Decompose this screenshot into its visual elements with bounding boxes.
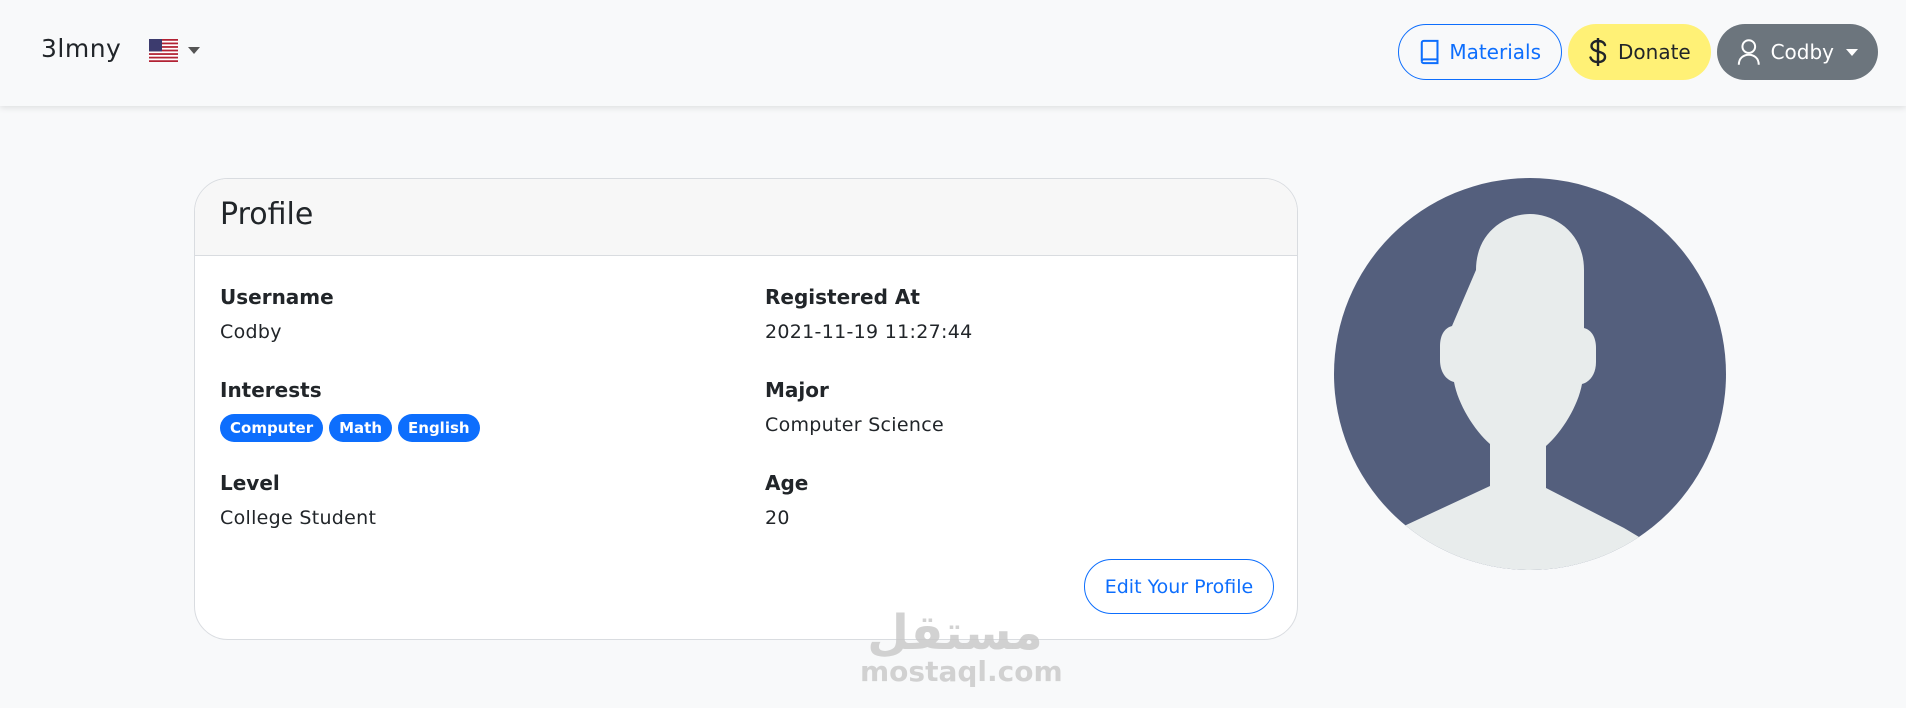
dollar-icon: [1589, 38, 1607, 66]
brand-logo[interactable]: 3lmny: [41, 34, 121, 63]
language-selector[interactable]: [149, 39, 200, 62]
chevron-down-icon: [1846, 48, 1858, 56]
age-field: Age 20: [765, 471, 808, 529]
page-title: Profile: [220, 197, 314, 232]
age-label: Age: [765, 471, 809, 495]
level-label: Level: [220, 471, 280, 495]
book-icon: [1420, 39, 1439, 65]
registered-label: Registered At: [765, 285, 920, 309]
registered-value: 2021-11-19 11:27:44: [765, 321, 973, 343]
interests-field: Interests Computer Math English: [220, 378, 480, 442]
interest-tag: Computer: [220, 414, 324, 442]
username-value: Codby: [220, 321, 282, 343]
interest-tag: English: [398, 414, 480, 442]
interests-label: Interests: [220, 378, 322, 402]
major-field: Major Computer Science: [765, 378, 944, 436]
materials-label: Materials: [1449, 40, 1541, 64]
donate-label: Donate: [1618, 40, 1691, 64]
profile-card: Profile Username Codby Registered At 202…: [194, 178, 1298, 640]
avatar: [1334, 178, 1726, 570]
user-menu-button[interactable]: Codby: [1717, 24, 1878, 80]
edit-profile-button[interactable]: Edit Your Profile: [1084, 559, 1274, 614]
user-icon: [1737, 39, 1760, 65]
materials-button[interactable]: Materials: [1398, 24, 1562, 80]
navbar: 3lmny Materials Donate Codby: [0, 0, 1906, 106]
chevron-down-icon: [188, 47, 200, 54]
level-value: College Student: [220, 507, 377, 529]
user-label: Codby: [1770, 40, 1834, 64]
age-value: 20: [765, 507, 790, 529]
card-header: Profile: [195, 179, 1297, 256]
watermark-latin: mostaql.com: [860, 655, 1063, 688]
level-field: Level College Student: [220, 471, 376, 529]
interest-tag: Math: [329, 414, 393, 442]
username-field: Username Codby: [220, 285, 334, 343]
us-flag-icon: [149, 39, 178, 62]
username-label: Username: [220, 285, 334, 309]
major-label: Major: [765, 378, 829, 402]
registered-field: Registered At 2021-11-19 11:27:44: [765, 285, 973, 343]
interests-tags: Computer Math English: [220, 414, 480, 442]
major-value: Computer Science: [765, 414, 944, 436]
donate-button[interactable]: Donate: [1568, 24, 1711, 80]
